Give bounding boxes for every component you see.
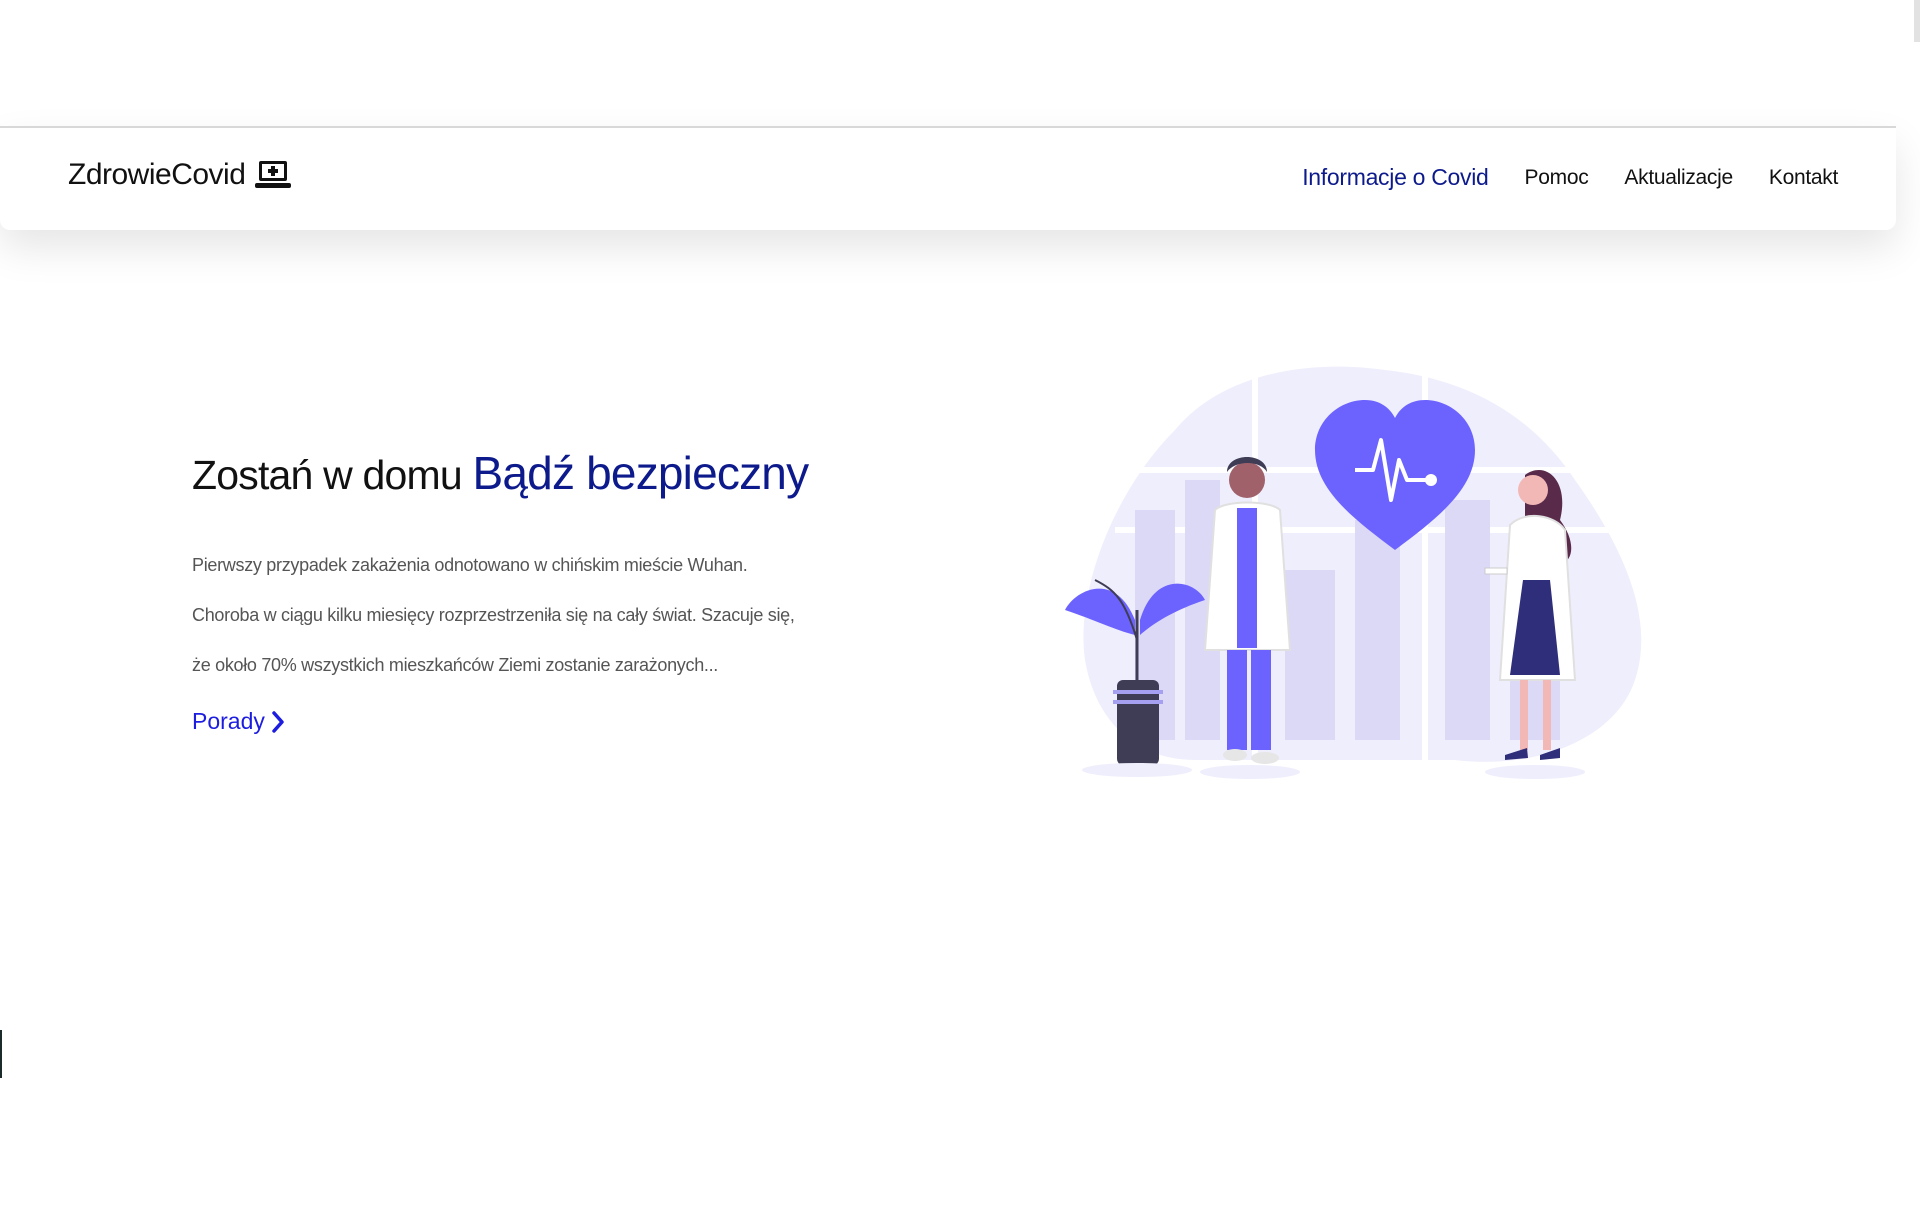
- chevron-right-icon: [272, 710, 284, 733]
- doctors-heart-illustration: [1065, 366, 1642, 779]
- brand-logo[interactable]: ZdrowieCovid: [68, 158, 292, 192]
- nav-item-aktualizacje[interactable]: Aktualizacje: [1624, 166, 1733, 190]
- page: ZdrowieCovid Informacje o Covid Pomoc Ak…: [0, 0, 1920, 1210]
- text-cursor: [0, 1030, 2, 1078]
- hero-paragraph-line: Pierwszy przypadek zakażenia odnotowano …: [192, 555, 748, 575]
- hero-paragraph: Pierwszy przypadek zakażenia odnotowano …: [192, 540, 892, 690]
- hero-section: Zostań w domu Bądź bezpieczny Pierwszy p…: [192, 446, 892, 735]
- hero-title-plain: Zostań w domu: [192, 452, 463, 498]
- brand-name: ZdrowieCovid: [68, 158, 246, 191]
- hero-title: Zostań w domu Bądź bezpieczny: [192, 446, 892, 500]
- hero-title-accent: Bądź bezpieczny: [472, 447, 810, 499]
- tips-link[interactable]: Porady: [192, 708, 285, 735]
- nav-item-informacje[interactable]: Informacje o Covid: [1302, 164, 1489, 191]
- nav-item-pomoc[interactable]: Pomoc: [1525, 166, 1589, 190]
- main-nav: Informacje o Covid Pomoc Aktualizacje Ko…: [1302, 164, 1838, 191]
- hero-paragraph-line: Choroba w ciągu kilku miesięcy rozprzest…: [192, 605, 795, 625]
- tips-link-label: Porady: [192, 708, 265, 734]
- navbar: ZdrowieCovid Informacje o Covid Pomoc Ak…: [0, 126, 1896, 230]
- laptop-medical-icon: [255, 161, 292, 188]
- nav-item-kontakt[interactable]: Kontakt: [1769, 166, 1838, 190]
- scrollbar[interactable]: [1914, 0, 1920, 42]
- hero-paragraph-line: że około 70% wszystkich mieszkańców Ziem…: [192, 655, 719, 675]
